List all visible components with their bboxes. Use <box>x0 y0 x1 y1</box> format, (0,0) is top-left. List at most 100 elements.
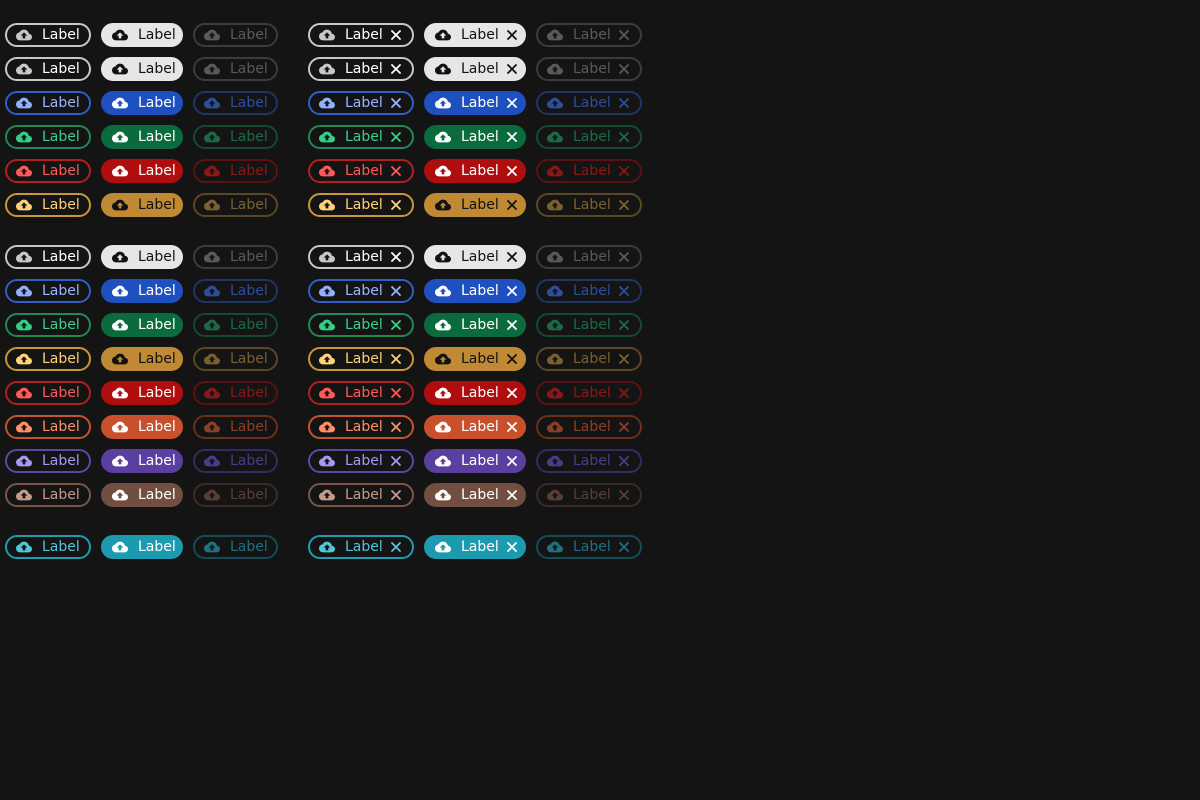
close-icon <box>617 454 631 468</box>
chip-red-filled-removable[interactable]: Label <box>424 381 526 405</box>
close-icon[interactable] <box>505 454 519 468</box>
close-icon[interactable] <box>505 284 519 298</box>
chip-red-filled-removable[interactable]: Label <box>424 159 526 183</box>
chip-green-filled-removable[interactable]: Label <box>424 125 526 149</box>
chip-red-outline-removable[interactable]: Label <box>308 381 414 405</box>
close-icon[interactable] <box>389 198 403 212</box>
chip-default-outline[interactable]: Label <box>5 57 91 81</box>
chip-red-outline[interactable]: Label <box>5 159 91 183</box>
cloud-upload-icon <box>112 539 128 555</box>
chip-purple-filled-removable[interactable]: Label <box>424 449 526 473</box>
chip-green-filled-removable[interactable]: Label <box>424 313 526 337</box>
chip-green-outline[interactable]: Label <box>5 125 91 149</box>
chip-green-outline[interactable]: Label <box>5 313 91 337</box>
close-icon[interactable] <box>389 28 403 42</box>
chip-yellow-filled[interactable]: Label <box>101 193 183 217</box>
chip-brown-outline[interactable]: Label <box>5 483 91 507</box>
chip-blue-filled-removable[interactable]: Label <box>424 279 526 303</box>
close-icon[interactable] <box>505 386 519 400</box>
close-icon[interactable] <box>505 420 519 434</box>
chip-default-outline-removable[interactable]: Label <box>308 57 414 81</box>
chip-blue-outline-removable[interactable]: Label <box>308 91 414 115</box>
cloud-upload-icon <box>435 385 451 401</box>
chip-cyan-filled[interactable]: Label <box>101 535 183 559</box>
close-icon[interactable] <box>505 96 519 110</box>
chip-yellow-filled-removable[interactable]: Label <box>424 347 526 371</box>
chip-blue-filled-removable[interactable]: Label <box>424 91 526 115</box>
close-icon[interactable] <box>505 250 519 264</box>
chip-yellow-outline[interactable]: Label <box>5 193 91 217</box>
chip-cyan-outline[interactable]: Label <box>5 535 91 559</box>
chip-blue-filled[interactable]: Label <box>101 91 183 115</box>
chip-default-filled[interactable]: Label <box>101 23 183 47</box>
chip-orange-filled[interactable]: Label <box>101 415 183 439</box>
chip-red-filled[interactable]: Label <box>101 381 183 405</box>
chip-default-filled[interactable]: Label <box>101 245 183 269</box>
chip-default-filled-removable[interactable]: Label <box>424 57 526 81</box>
chip-brown-filled[interactable]: Label <box>101 483 183 507</box>
chip-yellow-outline-removable[interactable]: Label <box>308 193 414 217</box>
chip-brown-outline-removable[interactable]: Label <box>308 483 414 507</box>
chip-blue-outline[interactable]: Label <box>5 279 91 303</box>
close-icon[interactable] <box>389 130 403 144</box>
chip-cyan-outline-removable[interactable]: Label <box>308 535 414 559</box>
cloud-upload-icon <box>547 487 563 503</box>
close-icon[interactable] <box>389 540 403 554</box>
close-icon[interactable] <box>505 540 519 554</box>
chip-default-outline-removable[interactable]: Label <box>308 23 414 47</box>
chip-purple-filled[interactable]: Label <box>101 449 183 473</box>
close-icon[interactable] <box>389 420 403 434</box>
chip-green-filled[interactable]: Label <box>101 125 183 149</box>
chip-yellow-outline-removable[interactable]: Label <box>308 347 414 371</box>
chip-yellow-filled-removable[interactable]: Label <box>424 193 526 217</box>
close-icon[interactable] <box>389 454 403 468</box>
chip-yellow-outline[interactable]: Label <box>5 347 91 371</box>
chip-default-outline[interactable]: Label <box>5 23 91 47</box>
close-icon[interactable] <box>389 96 403 110</box>
chip-cyan-filled-removable[interactable]: Label <box>424 535 526 559</box>
close-icon[interactable] <box>389 318 403 332</box>
chip-default-filled-removable[interactable]: Label <box>424 23 526 47</box>
chip-yellow-filled[interactable]: Label <box>101 347 183 371</box>
chip-red-outline-removable[interactable]: Label <box>308 159 414 183</box>
close-icon[interactable] <box>505 164 519 178</box>
close-icon[interactable] <box>505 130 519 144</box>
chip-red-filled[interactable]: Label <box>101 159 183 183</box>
chip-blue-outline-disabled-removable: Label <box>536 279 642 303</box>
chip-purple-outline-removable[interactable]: Label <box>308 449 414 473</box>
chip-label: Label <box>138 419 176 435</box>
chip-blue-filled[interactable]: Label <box>101 279 183 303</box>
chip-default-outline-removable[interactable]: Label <box>308 245 414 269</box>
close-icon[interactable] <box>505 318 519 332</box>
close-icon[interactable] <box>505 198 519 212</box>
chip-default-outline[interactable]: Label <box>5 245 91 269</box>
close-icon[interactable] <box>505 62 519 76</box>
close-icon[interactable] <box>505 28 519 42</box>
chip-green-outline-removable[interactable]: Label <box>308 313 414 337</box>
chip-purple-outline[interactable]: Label <box>5 449 91 473</box>
chip-orange-outline[interactable]: Label <box>5 415 91 439</box>
chip-orange-filled-removable[interactable]: Label <box>424 415 526 439</box>
chip-label: Label <box>573 453 611 469</box>
chip-red-outline[interactable]: Label <box>5 381 91 405</box>
close-icon[interactable] <box>505 488 519 502</box>
chip-blue-outline[interactable]: Label <box>5 91 91 115</box>
close-icon[interactable] <box>389 164 403 178</box>
close-icon[interactable] <box>389 284 403 298</box>
close-icon[interactable] <box>505 352 519 366</box>
close-icon[interactable] <box>389 352 403 366</box>
chip-default-filled[interactable]: Label <box>101 57 183 81</box>
chip-green-outline-removable[interactable]: Label <box>308 125 414 149</box>
chip-default-filled-removable[interactable]: Label <box>424 245 526 269</box>
cloud-upload-icon <box>547 419 563 435</box>
chip-label: Label <box>345 351 383 367</box>
chip-brown-filled-removable[interactable]: Label <box>424 483 526 507</box>
close-icon[interactable] <box>389 62 403 76</box>
close-icon[interactable] <box>389 386 403 400</box>
cloud-upload-icon <box>319 163 335 179</box>
chip-blue-outline-removable[interactable]: Label <box>308 279 414 303</box>
close-icon[interactable] <box>389 488 403 502</box>
chip-orange-outline-removable[interactable]: Label <box>308 415 414 439</box>
chip-green-filled[interactable]: Label <box>101 313 183 337</box>
close-icon[interactable] <box>389 250 403 264</box>
